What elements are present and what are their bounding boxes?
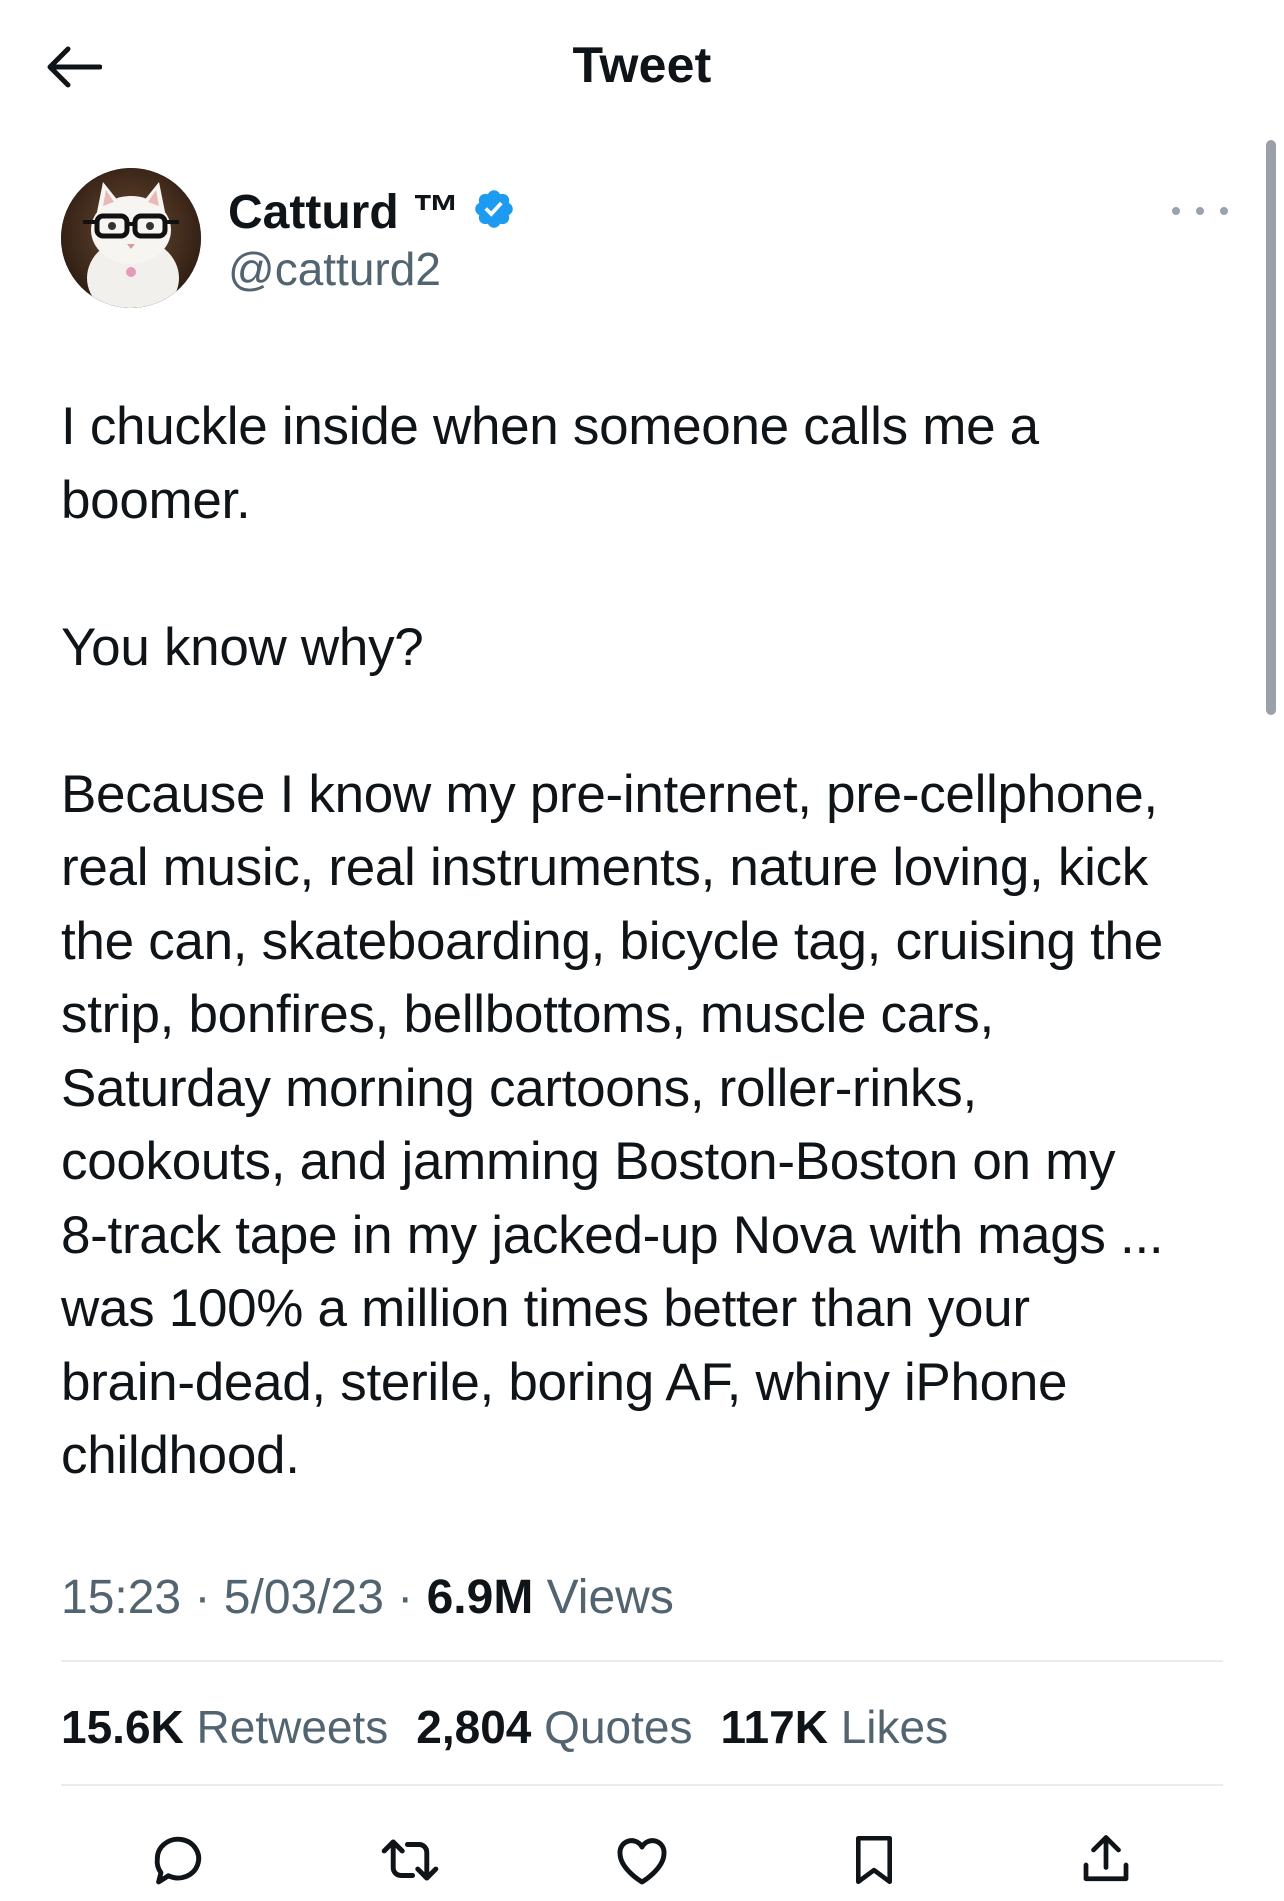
more-options-button[interactable]: [1172, 194, 1228, 228]
heart-icon: [617, 1838, 667, 1885]
engagement-stats: 15.6K Retweets 2,804 Quotes 117K Likes: [61, 1700, 976, 1754]
more-dot: [1220, 207, 1228, 215]
share-button[interactable]: [1066, 1820, 1146, 1900]
share-icon: [1083, 1835, 1129, 1882]
views-label: Views: [533, 1571, 674, 1624]
meta-separator: ·: [383, 1571, 427, 1624]
scrollbar[interactable]: [1266, 140, 1276, 715]
likes-count: 117K: [720, 1701, 828, 1753]
tweet-date[interactable]: 5/03/23: [224, 1571, 384, 1624]
divider: [61, 1784, 1223, 1786]
display-name[interactable]: Catturd ™: [228, 185, 460, 240]
cat-avatar-image: [61, 168, 201, 308]
likes-stat[interactable]: 117K Likes: [721, 1700, 949, 1754]
tweet-time[interactable]: 15:23: [61, 1571, 181, 1624]
likes-label: Likes: [827, 1701, 949, 1753]
verified-badge-icon: [475, 190, 513, 228]
retweets-label: Retweets: [183, 1701, 389, 1753]
author-name-row[interactable]: Catturd ™: [228, 184, 516, 240]
divider: [61, 1660, 1223, 1662]
tweet-text: I chuckle inside when someone calls me a…: [61, 397, 1164, 1485]
retweets-stat[interactable]: 15.6K Retweets: [61, 1700, 388, 1754]
like-button[interactable]: [602, 1820, 682, 1900]
bookmark-icon: [855, 1835, 893, 1885]
action-bar: [0, 1820, 1284, 1901]
page-title: Tweet: [572, 37, 712, 93]
author-handle[interactable]: @catturd2: [228, 242, 441, 296]
more-horizontal-icon: [1172, 207, 1180, 215]
retweets-count: 15.6K: [61, 1701, 184, 1753]
reply-button[interactable]: [138, 1820, 218, 1900]
views-count: 6.9M: [426, 1571, 534, 1624]
bookmark-button[interactable]: [834, 1820, 914, 1900]
top-bar: Tweet: [0, 0, 1284, 135]
more-dot: [1196, 207, 1204, 215]
quotes-label: Quotes: [531, 1701, 693, 1753]
quotes-stat[interactable]: 2,804 Quotes: [416, 1700, 692, 1754]
tweet-meta: 15:23 · 5/03/23 · 6.9M Views: [61, 1570, 674, 1625]
reply-icon: [154, 1836, 202, 1885]
meta-separator: ·: [181, 1571, 224, 1624]
avatar[interactable]: [61, 168, 201, 308]
retweet-icon: [381, 1839, 439, 1881]
quotes-count: 2,804: [416, 1701, 532, 1753]
retweet-button[interactable]: [370, 1820, 450, 1900]
